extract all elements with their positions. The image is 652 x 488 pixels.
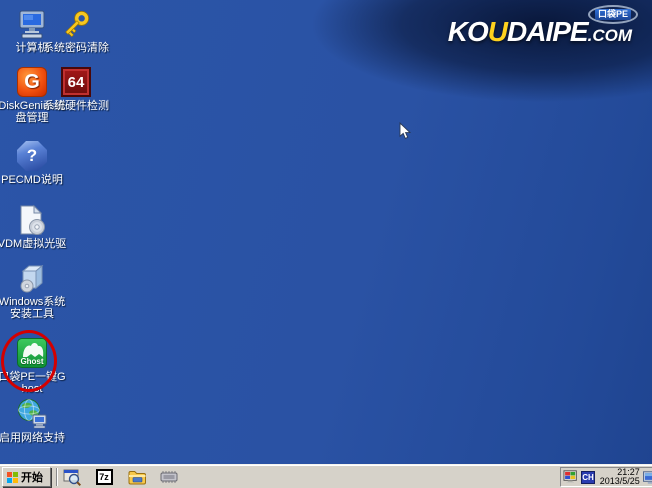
desktop-icon-label: 系统硬件检测 <box>43 100 109 112</box>
pecmd-question-icon: ? <box>16 140 48 172</box>
desktop-icon-network[interactable]: 启用网络支持 <box>0 398 68 444</box>
key-icon <box>60 8 92 40</box>
desktop-icon-label: 系统密码清除 <box>43 42 109 54</box>
seven-zip-icon: 7z <box>96 469 113 485</box>
taskbar-clock[interactable]: 21:27 2013/5/25 <box>598 468 640 486</box>
desktop-icon-windows-install[interactable]: Windows系统安装工具 <box>0 262 68 320</box>
show-desktop-icon[interactable] <box>643 471 652 484</box>
ramdisk-button[interactable] <box>158 467 180 487</box>
screen-tool-button[interactable] <box>61 467 83 487</box>
ghost-icon: Ghost <box>16 337 48 369</box>
start-button-label: 开始 <box>21 469 43 485</box>
display-settings-icon[interactable] <box>563 470 578 484</box>
desktop-icon-password-clear[interactable]: 系统密码清除 <box>40 8 112 54</box>
desktop-icon-ghost[interactable]: Ghost 口袋PE一键Ghost <box>0 337 68 395</box>
install-box-icon <box>16 262 48 294</box>
mouse-cursor <box>399 122 411 145</box>
system-tray: CH 21:27 2013/5/25 <box>560 467 652 487</box>
document-disc-icon <box>16 204 48 236</box>
start-button[interactable]: 开始 <box>2 467 51 487</box>
logo-badge: 口袋PE <box>595 9 631 20</box>
desktop-icon-label: 口袋PE一键Ghost <box>0 371 68 395</box>
seven-zip-button[interactable]: 7z <box>93 467 115 487</box>
desktop-icon-label: 启用网络支持 <box>0 432 65 444</box>
site-logo: KOUDAIPE.COM 口袋PE <box>448 16 632 48</box>
taskbar-divider <box>56 468 58 486</box>
taskbar: 开始 7z <box>0 464 652 488</box>
globe-network-icon <box>16 398 48 430</box>
desktop-icon-hardware-detect[interactable]: 64 系统硬件检测 <box>40 66 112 112</box>
desktop: KOUDAIPE.COM 口袋PE 计算机 <box>0 0 652 488</box>
language-indicator[interactable]: CH <box>581 471 595 484</box>
desktop-icon-label: Windows系统安装工具 <box>0 296 68 320</box>
hardware-64-icon: 64 <box>60 66 92 98</box>
logo-badge-ellipse: 口袋PE <box>588 5 638 24</box>
desktop-icon-label: PECMD说明 <box>1 174 63 186</box>
desktop-icon-virtual-cdrom[interactable]: VDM虚拟光驱 <box>0 204 68 250</box>
ram-chip-icon <box>158 467 180 487</box>
file-manager-button[interactable] <box>126 467 148 487</box>
windows-logo-icon <box>7 472 18 483</box>
folder-icon <box>127 467 147 487</box>
desktop-icon-pecmd-help[interactable]: ? PECMD说明 <box>0 140 68 186</box>
desktop-icon-label: VDM虚拟光驱 <box>0 238 66 250</box>
screen-magnifier-icon <box>62 467 82 487</box>
clock-date: 2013/5/25 <box>598 477 640 486</box>
logo-accent-letter: U <box>488 16 507 47</box>
